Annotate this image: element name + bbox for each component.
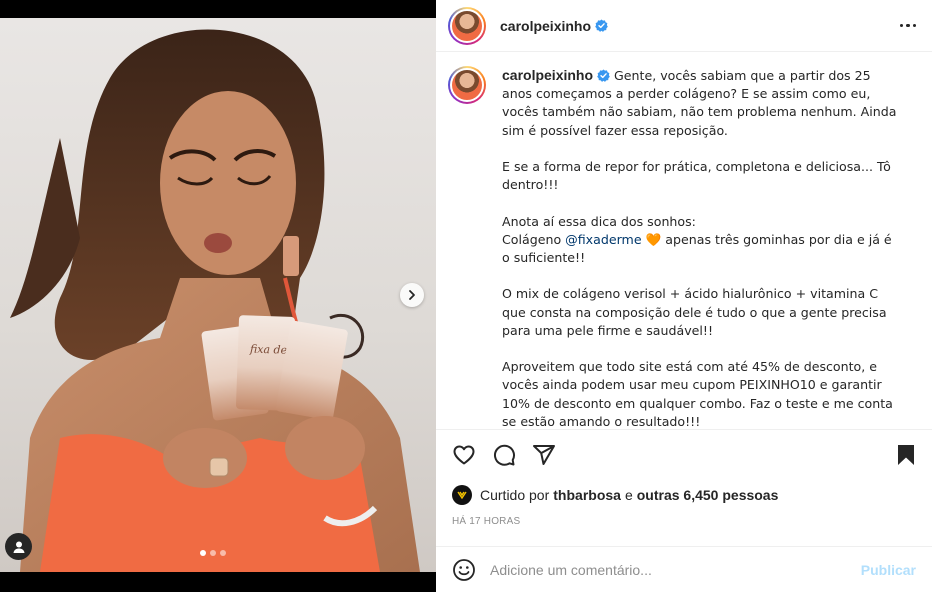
post-side-panel: carolpeixinho carolpeixinho Gente, vocês… bbox=[436, 0, 932, 592]
ring bbox=[209, 457, 229, 477]
comment-icon bbox=[493, 444, 515, 466]
carousel-dot bbox=[210, 550, 216, 556]
orange-heart-emoji: 🧡 bbox=[645, 231, 662, 247]
heart-icon bbox=[453, 445, 475, 465]
comment-button[interactable] bbox=[492, 443, 516, 467]
tag-user-icon bbox=[13, 541, 24, 553]
carousel-dot bbox=[200, 550, 206, 556]
lips bbox=[204, 233, 232, 253]
verified-badge-icon bbox=[597, 69, 610, 82]
liker-logo-icon bbox=[457, 491, 467, 500]
photo-illustration: fixa derme bbox=[10, 29, 420, 572]
next-photo-button[interactable] bbox=[400, 283, 424, 307]
bookmark-icon bbox=[898, 445, 914, 465]
caption-text-p3-pre: Colágeno bbox=[502, 231, 566, 247]
post-timestamp[interactable]: HÁ 17 HORAS bbox=[436, 510, 932, 534]
share-button[interactable] bbox=[532, 443, 556, 467]
caption-text-p3-line1: Anota aí essa dica dos sonhos: bbox=[502, 213, 696, 229]
likes-count-link[interactable]: outras 6,450 pessoas bbox=[637, 487, 779, 503]
likes-summary: Curtido por thbarbosa e outras 6,450 pes… bbox=[436, 480, 932, 510]
post-header: carolpeixinho bbox=[436, 0, 932, 52]
caption-paragraph: Anota aí essa dica dos sonhos: Colágeno @… bbox=[502, 213, 897, 268]
carousel-dot bbox=[220, 550, 226, 556]
verified-badge-icon bbox=[595, 19, 608, 32]
likes-prefix: Curtido por bbox=[480, 487, 550, 503]
action-bar bbox=[436, 430, 932, 480]
caption-text-p5: Aproveitem que todo site está com até 45… bbox=[502, 359, 893, 429]
caption-text-p2: E se a forma de repor for prática, compl… bbox=[502, 159, 891, 193]
more-options-icon[interactable] bbox=[899, 23, 916, 28]
post-media-panel: fixa derme bbox=[0, 0, 436, 592]
emoji-icon[interactable] bbox=[452, 558, 476, 582]
right-hand bbox=[285, 416, 365, 480]
liker-username[interactable]: thbarbosa bbox=[553, 487, 621, 503]
liker-avatar[interactable] bbox=[452, 485, 472, 505]
tagged-users-button[interactable] bbox=[5, 533, 32, 560]
earring bbox=[283, 236, 299, 276]
author-avatar[interactable] bbox=[448, 6, 486, 45]
save-button[interactable] bbox=[894, 443, 918, 467]
chevron-right-icon bbox=[409, 290, 415, 300]
mention-link[interactable]: @fixaderme bbox=[565, 232, 641, 247]
like-button[interactable] bbox=[452, 443, 476, 467]
comment-composer: Publicar bbox=[436, 546, 932, 592]
left-hand bbox=[163, 428, 247, 488]
likes-and: e bbox=[624, 487, 633, 503]
instagram-post-modal: fixa derme carolpeixinho carolpeixinho G… bbox=[0, 0, 932, 592]
comment-input[interactable] bbox=[490, 561, 861, 578]
caption-paragraph: carolpeixinho Gente, vocês sabiam que a … bbox=[502, 66, 897, 140]
post-photo[interactable]: fixa derme bbox=[0, 18, 436, 572]
post-caption: carolpeixinho Gente, vocês sabiam que a … bbox=[502, 66, 897, 429]
share-icon bbox=[533, 445, 555, 465]
caption-section: carolpeixinho Gente, vocês sabiam que a … bbox=[436, 52, 932, 430]
caption-username[interactable]: carolpeixinho bbox=[502, 67, 593, 83]
caption-author-avatar[interactable] bbox=[448, 66, 486, 104]
carousel-indicator bbox=[200, 550, 226, 556]
publish-button[interactable]: Publicar bbox=[861, 562, 916, 578]
author-username[interactable]: carolpeixinho bbox=[500, 18, 591, 34]
caption-text-p4: O mix de colágeno verisol + ácido hialur… bbox=[502, 286, 887, 338]
